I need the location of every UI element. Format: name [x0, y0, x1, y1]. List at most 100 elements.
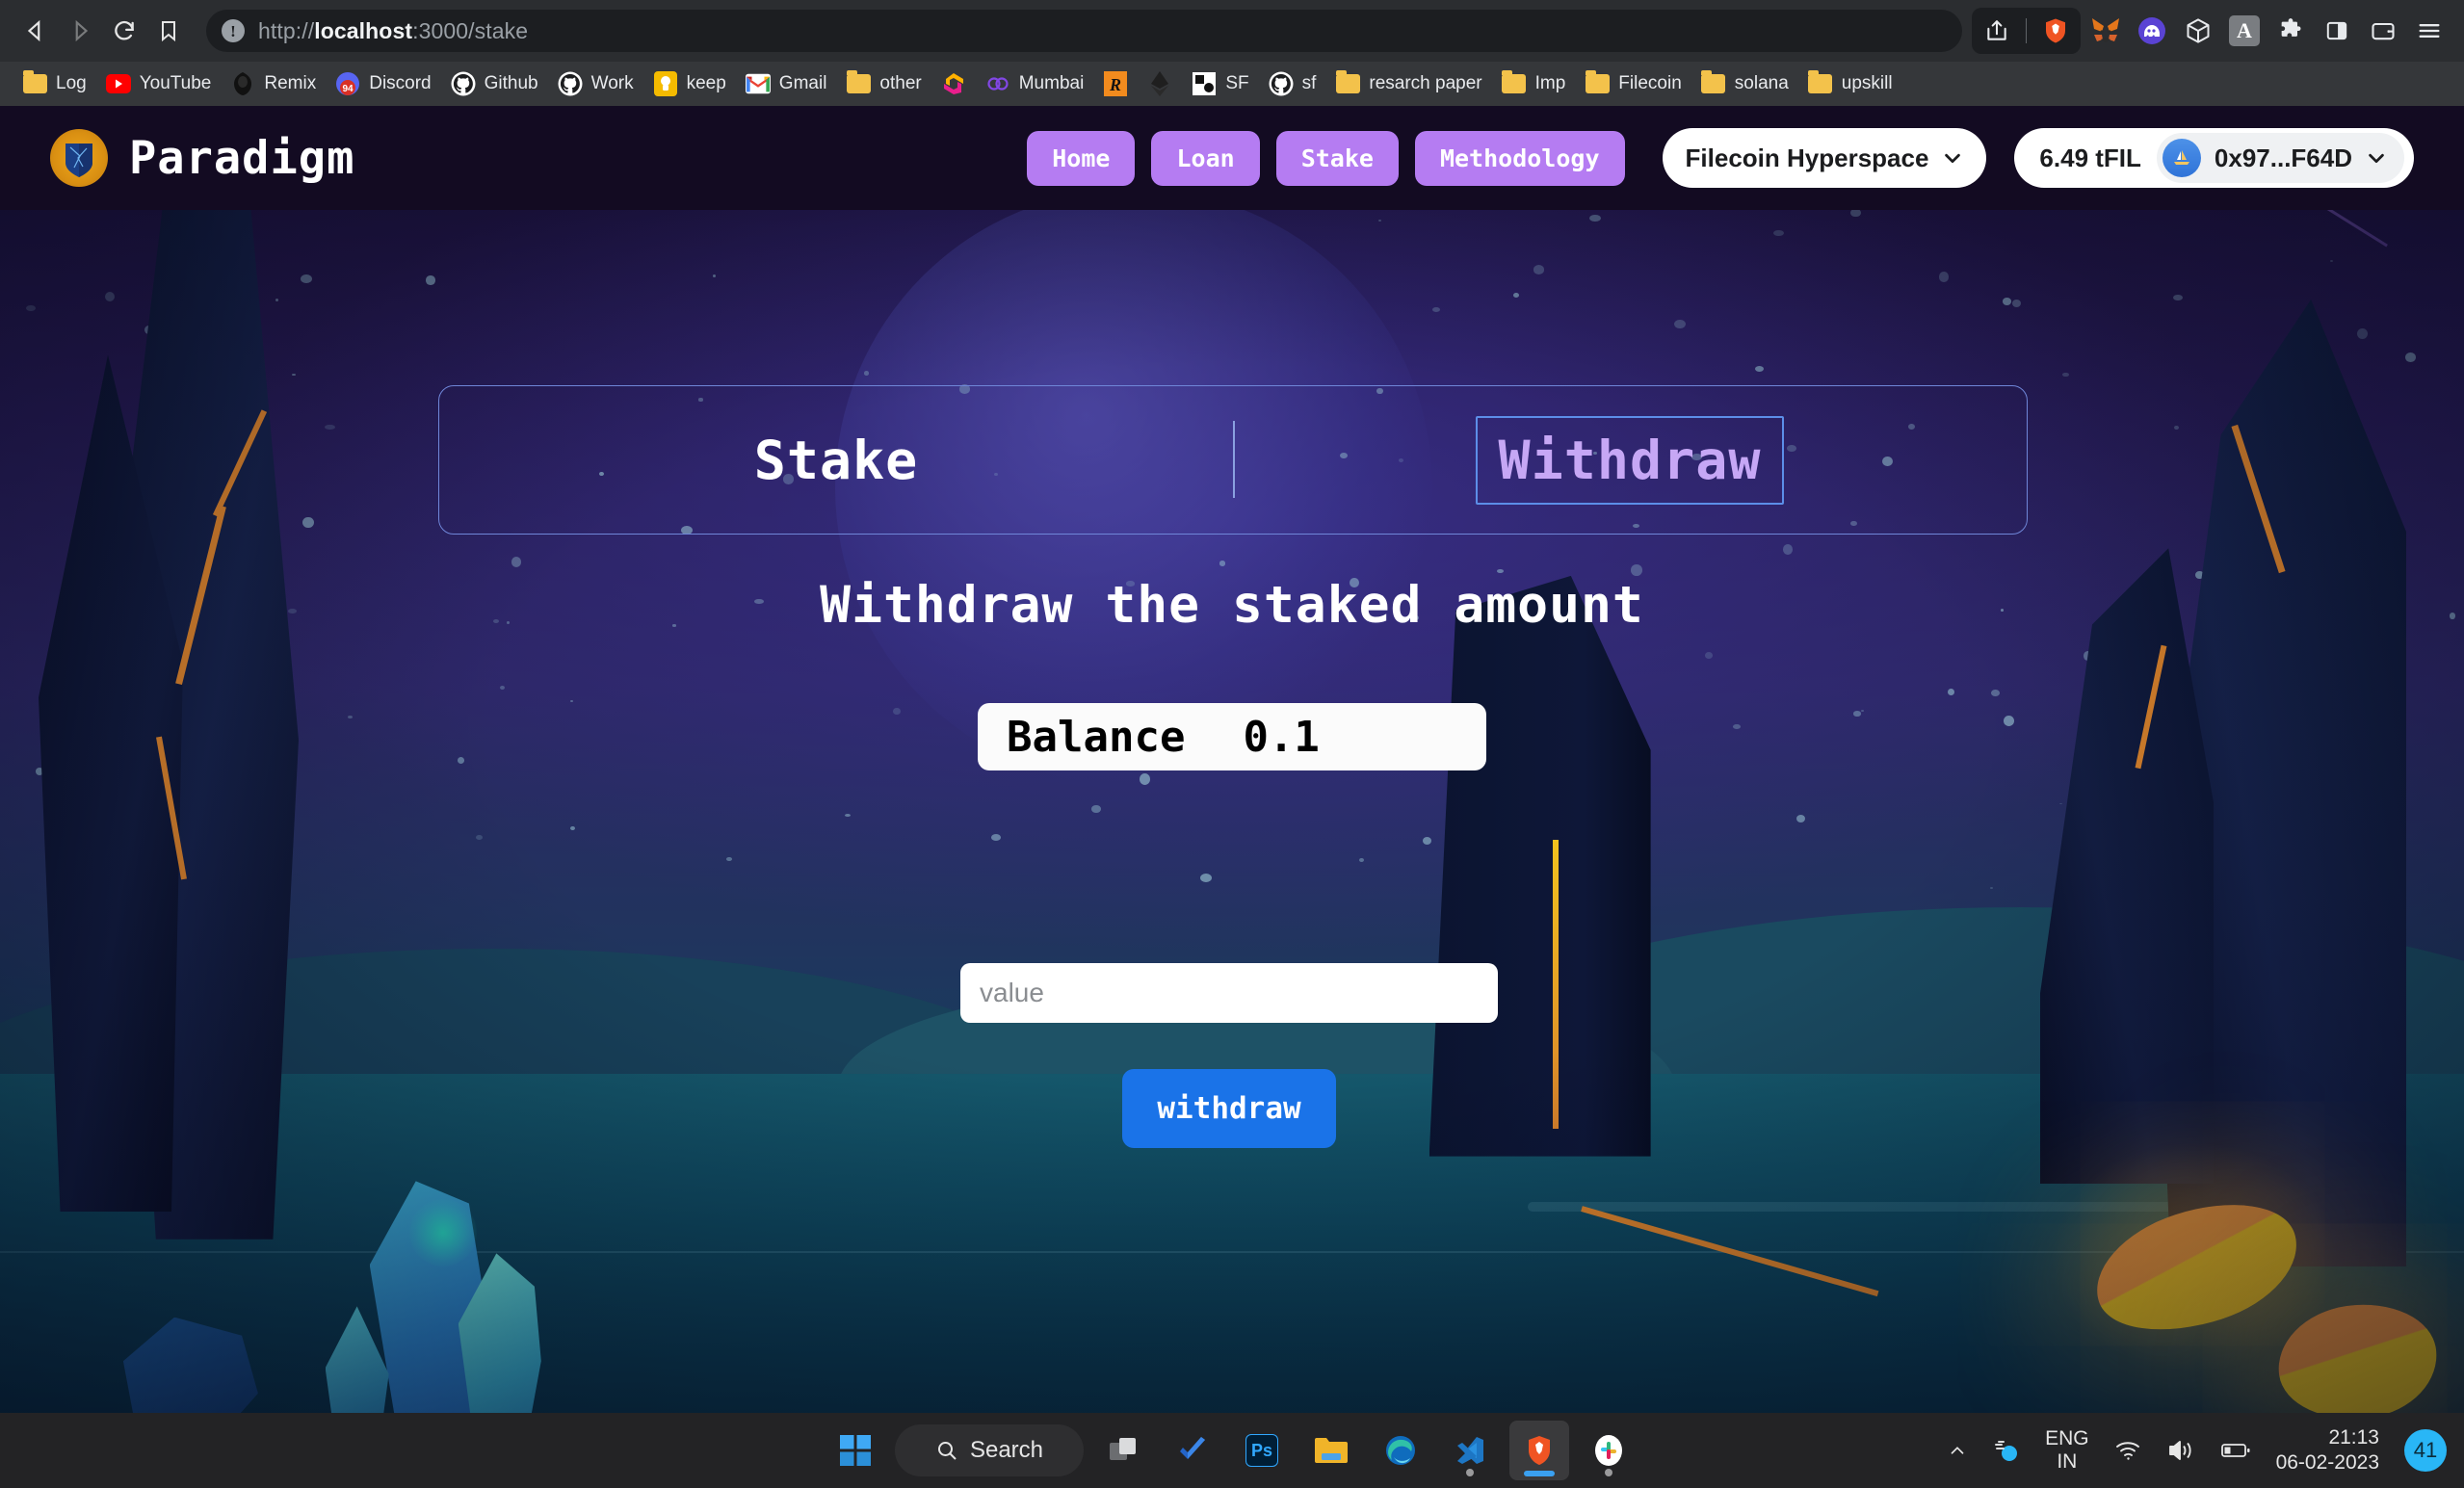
share-icon[interactable] — [1976, 10, 2018, 52]
bookmark-item-other[interactable]: other — [837, 67, 930, 100]
notification-badge[interactable]: 41 — [2404, 1429, 2447, 1472]
folder-icon — [22, 70, 47, 96]
battery-icon[interactable] — [2220, 1439, 2251, 1462]
bookmark-label: Remix — [264, 73, 317, 93]
volume-icon[interactable] — [2166, 1438, 2195, 1463]
brand[interactable]: Paradigm — [50, 129, 354, 187]
balance-value: 0.1 — [1243, 712, 1320, 762]
paradigm-logo-icon — [50, 129, 108, 187]
bookmark-item-keep[interactable]: keep — [644, 67, 735, 100]
nav-button-home[interactable]: Home — [1027, 130, 1136, 186]
bookmark-label: Work — [590, 73, 634, 93]
bookmark-item-11[interactable]: R — [1094, 67, 1137, 100]
bookmark-item-sf[interactable]: sf — [1260, 67, 1325, 100]
slack-app[interactable] — [1579, 1421, 1638, 1480]
nav-button-methodology[interactable]: Methodology — [1414, 130, 1625, 186]
bookmark-item-resarch-paper[interactable]: resarch paper — [1326, 67, 1490, 100]
gmail-icon — [745, 71, 771, 96]
brave-shields-icon[interactable] — [2034, 10, 2077, 52]
folder-icon — [1335, 70, 1360, 96]
reload-button[interactable] — [102, 9, 146, 53]
amount-input[interactable] — [960, 963, 1498, 1023]
svg-text:94: 94 — [343, 84, 354, 94]
bookmark-item-12[interactable] — [1139, 67, 1181, 100]
bookmark-item-solana[interactable]: solana — [1692, 67, 1797, 100]
nav-button-loan[interactable]: Loan — [1151, 130, 1260, 186]
menu-icon[interactable] — [2408, 10, 2451, 52]
bookmark-item-9[interactable] — [932, 67, 975, 100]
windows-taskbar: Search Ps ENG IN 21:13 06-02-2023 41 — [0, 1413, 2464, 1488]
withdraw-button[interactable]: withdraw — [1122, 1069, 1336, 1148]
clock-time: 21:13 — [2328, 1425, 2379, 1449]
photoshop-app[interactable]: Ps — [1232, 1421, 1292, 1480]
wallet-icon[interactable] — [2362, 10, 2404, 52]
chevron-down-icon — [2369, 153, 2384, 164]
bookmark-item-log[interactable]: Log — [13, 67, 95, 100]
clock-date: 06-02-2023 — [2275, 1451, 2379, 1474]
brave-browser-app[interactable] — [1509, 1421, 1569, 1480]
bookmark-item-filecoin[interactable]: Filecoin — [1576, 67, 1690, 100]
bookmark-label: Discord — [369, 73, 432, 93]
wallet-balance: 6.49 tFIL — [2039, 143, 2141, 172]
remix-icon — [230, 71, 255, 96]
metamask-icon[interactable] — [2084, 10, 2127, 52]
page-title: Withdraw the staked amount — [820, 576, 1644, 635]
microsoft-edge-app[interactable] — [1371, 1421, 1430, 1480]
file-explorer-app[interactable] — [1301, 1421, 1361, 1480]
back-button[interactable] — [13, 9, 58, 53]
folder-icon — [1701, 70, 1726, 96]
grammarly-icon[interactable]: A — [2223, 10, 2266, 52]
bookmark-button[interactable] — [146, 9, 191, 53]
bookmark-item-imp[interactable]: Imp — [1493, 67, 1575, 100]
bookmark-item-discord[interactable]: 94 Discord — [327, 67, 439, 100]
bookmark-label: Log — [56, 73, 87, 93]
cube-icon[interactable] — [2177, 10, 2219, 52]
wallet-widget[interactable]: 6.49 tFIL 0x97...F64D — [2014, 128, 2414, 188]
folder-icon — [1585, 70, 1610, 96]
youtube-icon — [105, 71, 131, 96]
stake-withdraw-tabs: Stake Withdraw — [438, 385, 2028, 535]
phantom-icon[interactable] — [2131, 10, 2173, 52]
bookmark-item-mumbai[interactable]: Mumbai — [977, 67, 1093, 100]
system-tray: ENG IN 21:13 06-02-2023 41 — [1947, 1425, 2447, 1476]
svg-text:R: R — [1109, 75, 1121, 94]
todo-app[interactable] — [1163, 1421, 1222, 1480]
language-indicator[interactable]: ENG IN — [2045, 1427, 2089, 1474]
tab-stake-label: Stake — [753, 429, 919, 491]
bookmark-item-github[interactable]: Github — [442, 67, 547, 100]
brand-name: Paradigm — [129, 131, 355, 185]
bookmark-label: Imp — [1534, 73, 1566, 93]
bookmark-label: other — [879, 73, 922, 93]
bookmark-item-sf[interactable]: SF — [1183, 67, 1257, 100]
account-button[interactable]: 0x97...F64D — [2156, 133, 2404, 183]
remix-r-icon: R — [1103, 71, 1128, 96]
search-box[interactable]: Search — [895, 1424, 1084, 1476]
bookmark-item-remix[interactable]: Remix — [222, 67, 325, 100]
start-button[interactable] — [826, 1421, 885, 1480]
tray-app-icon[interactable] — [1993, 1437, 2020, 1464]
task-view-button[interactable] — [1093, 1421, 1153, 1480]
address-bar[interactable]: ! http://localhost:3000/stake — [206, 10, 1962, 52]
vscode-app[interactable] — [1440, 1421, 1500, 1480]
bookmark-item-work[interactable]: Work — [549, 67, 642, 100]
folder-icon — [1808, 70, 1833, 96]
chevron-up-icon[interactable] — [1947, 1440, 1968, 1461]
wifi-icon[interactable] — [2114, 1438, 2141, 1463]
bookmark-label: Filecoin — [1618, 73, 1682, 93]
extensions-icon[interactable] — [2269, 10, 2312, 52]
nav-button-stake[interactable]: Stake — [1275, 130, 1399, 186]
clock[interactable]: 21:13 06-02-2023 — [2276, 1425, 2379, 1476]
forward-button[interactable] — [58, 9, 102, 53]
bookmark-item-youtube[interactable]: YouTube — [97, 67, 221, 100]
search-label: Search — [969, 1437, 1044, 1463]
bookmark-item-gmail[interactable]: Gmail — [737, 67, 836, 100]
sidebar-icon[interactable] — [2316, 10, 2358, 52]
not-secure-icon[interactable]: ! — [222, 19, 245, 42]
bookmark-label: YouTube — [139, 73, 212, 93]
bookmark-item-upskill[interactable]: upskill — [1799, 67, 1901, 100]
language-code: ENG — [2045, 1426, 2089, 1449]
tab-stake[interactable]: Stake — [439, 386, 1233, 534]
github-icon — [1269, 71, 1294, 96]
tab-withdraw[interactable]: Withdraw — [1233, 386, 2027, 534]
network-selector[interactable]: Filecoin Hyperspace — [1662, 128, 1987, 188]
